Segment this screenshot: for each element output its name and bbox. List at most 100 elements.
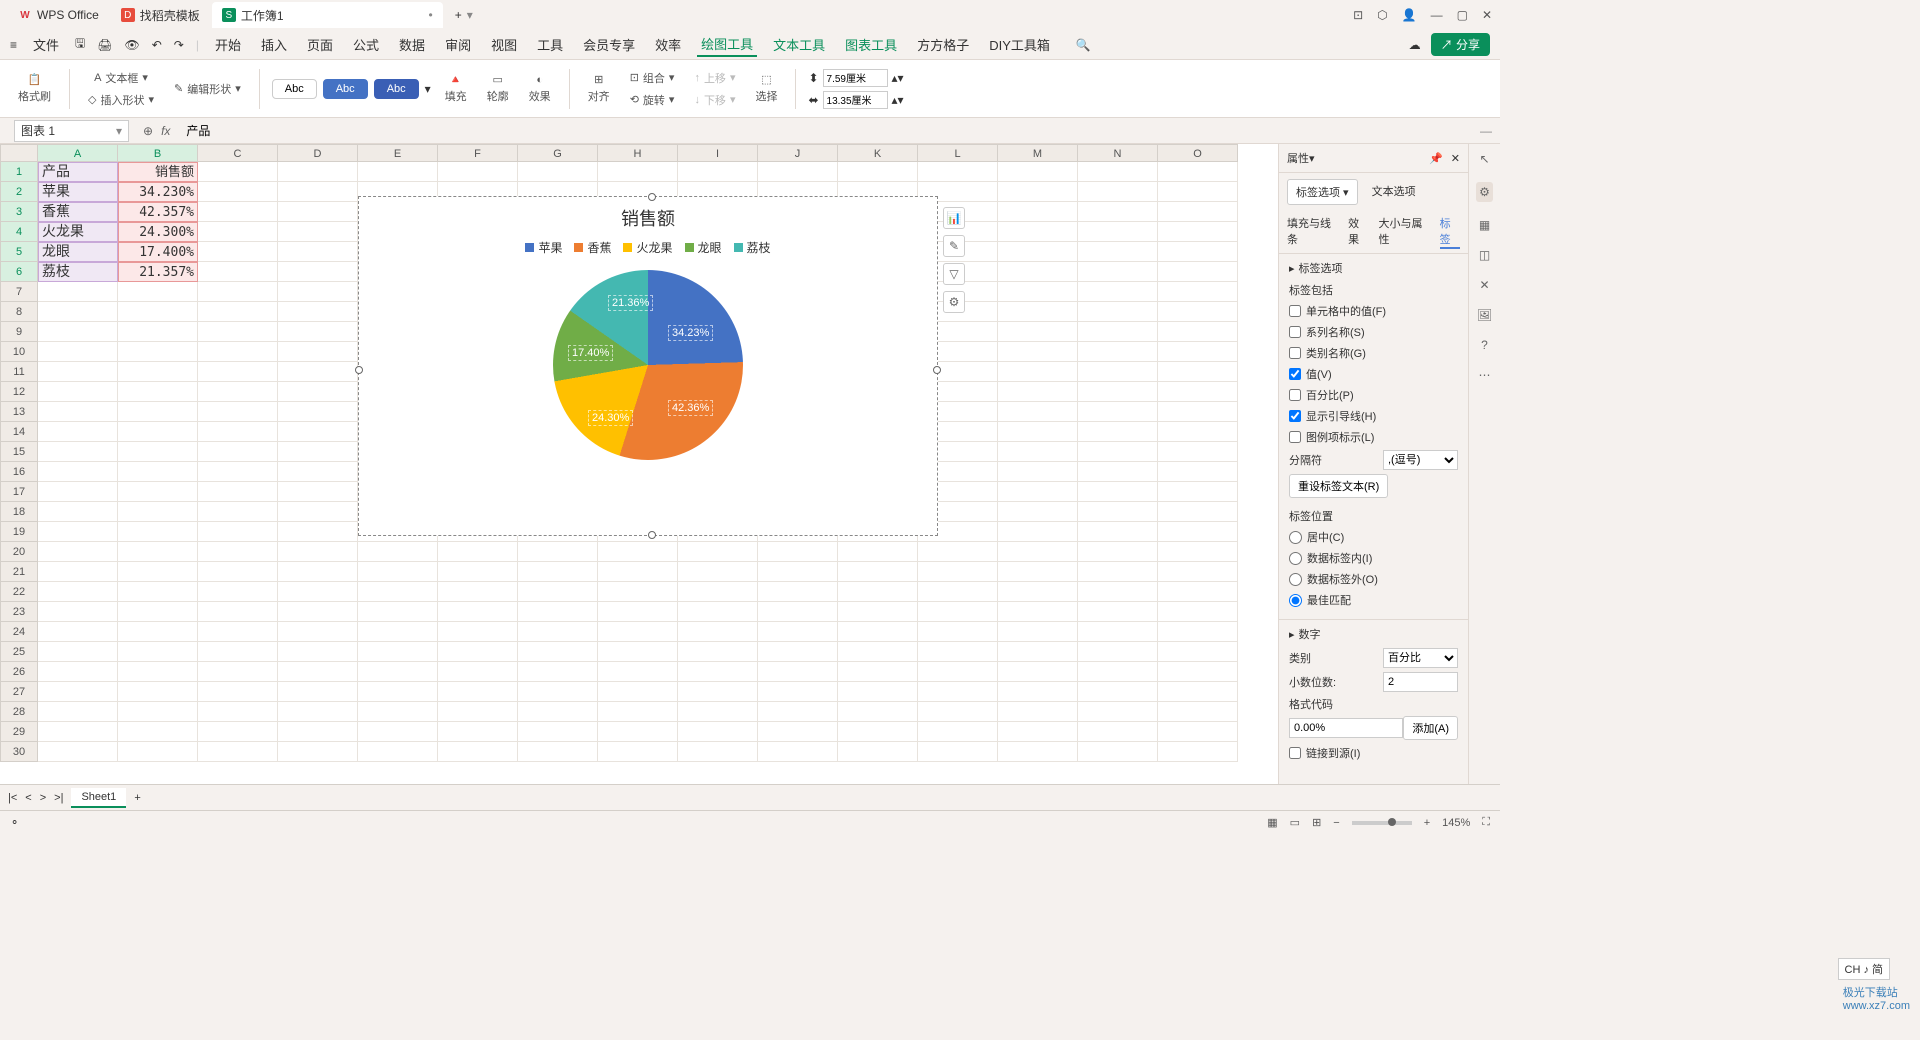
pin-icon[interactable]: 📌 [1429, 152, 1443, 165]
cell[interactable] [198, 242, 278, 262]
cell[interactable] [598, 682, 678, 702]
cell[interactable] [758, 582, 838, 602]
cell[interactable] [598, 622, 678, 642]
cell[interactable] [1158, 242, 1238, 262]
cell[interactable] [278, 202, 358, 222]
cell[interactable] [278, 182, 358, 202]
ribbon-outline[interactable]: ▭轮廓 [481, 73, 515, 104]
cell[interactable] [678, 742, 758, 762]
cell[interactable] [918, 642, 998, 662]
cell[interactable] [118, 682, 198, 702]
cell[interactable] [518, 562, 598, 582]
cell[interactable] [1078, 322, 1158, 342]
cell[interactable] [1078, 362, 1158, 382]
cell[interactable] [758, 682, 838, 702]
cell[interactable] [278, 542, 358, 562]
cell[interactable] [1158, 682, 1238, 702]
cell[interactable] [278, 222, 358, 242]
cell[interactable] [1158, 722, 1238, 742]
ribbon-move-up[interactable]: ↑上移▾ [688, 68, 741, 88]
cell[interactable] [278, 522, 358, 542]
cell[interactable] [998, 582, 1078, 602]
format-code-input[interactable] [1289, 718, 1403, 738]
cell[interactable] [1078, 702, 1158, 722]
tab-workbook[interactable]: S 工作簿1 • [212, 2, 443, 28]
cell[interactable] [678, 562, 758, 582]
cell[interactable] [198, 422, 278, 442]
chart-settings-icon[interactable]: ⚙ [943, 291, 965, 313]
cell[interactable] [518, 722, 598, 742]
cell[interactable] [118, 302, 198, 322]
menu-file[interactable]: 文件 [29, 33, 63, 56]
cell[interactable] [838, 642, 918, 662]
cell[interactable] [358, 162, 438, 182]
legend-item[interactable]: 荔枝 [734, 239, 771, 256]
cell[interactable] [1078, 202, 1158, 222]
cell[interactable] [1158, 642, 1238, 662]
cell[interactable] [518, 682, 598, 702]
cell[interactable] [38, 422, 118, 442]
cell[interactable] [998, 622, 1078, 642]
cell[interactable] [918, 602, 998, 622]
cell[interactable] [438, 562, 518, 582]
zoom-in-icon[interactable]: + [1424, 817, 1430, 829]
cell[interactable] [998, 222, 1078, 242]
cell[interactable] [758, 722, 838, 742]
ribbon-insert-shape[interactable]: ◇插入形状▾ [82, 90, 160, 110]
cell[interactable] [1078, 542, 1158, 562]
cell[interactable] [118, 462, 198, 482]
cell[interactable] [198, 602, 278, 622]
cell[interactable] [918, 662, 998, 682]
cell[interactable] [38, 362, 118, 382]
cell[interactable] [198, 202, 278, 222]
cell[interactable] [598, 162, 678, 182]
cell[interactable] [1078, 342, 1158, 362]
cell[interactable] [118, 642, 198, 662]
cell[interactable] [998, 182, 1078, 202]
cell[interactable] [758, 162, 838, 182]
cell[interactable] [198, 682, 278, 702]
cell[interactable] [358, 642, 438, 662]
cell[interactable] [998, 642, 1078, 662]
cell[interactable] [118, 582, 198, 602]
cell[interactable] [678, 162, 758, 182]
cell[interactable] [1158, 502, 1238, 522]
cell[interactable] [918, 722, 998, 742]
tab-wps-office[interactable]: W WPS Office [8, 2, 109, 28]
cell[interactable] [998, 162, 1078, 182]
menu-review[interactable]: 审阅 [441, 33, 475, 56]
shape-style-1[interactable]: Abc [272, 79, 317, 99]
reset-label-text-button[interactable]: 重设标签文本(R) [1289, 474, 1388, 498]
cell[interactable] [38, 742, 118, 762]
cell[interactable] [998, 242, 1078, 262]
share-button[interactable]: ↗ 分享 [1431, 33, 1490, 56]
cell[interactable] [598, 662, 678, 682]
tab-text-options[interactable]: 文本选项 [1364, 179, 1424, 205]
cell[interactable] [1078, 262, 1158, 282]
cell[interactable] [118, 722, 198, 742]
zoom-out-icon[interactable]: − [1333, 817, 1339, 829]
name-box[interactable]: 图表 1▾ [14, 120, 129, 142]
help-icon[interactable]: ? [1481, 338, 1488, 352]
cell[interactable] [438, 682, 518, 702]
menu-page[interactable]: 页面 [303, 33, 337, 56]
cell[interactable] [38, 282, 118, 302]
cell[interactable] [118, 362, 198, 382]
menu-start[interactable]: 开始 [211, 33, 245, 56]
cell[interactable] [1158, 162, 1238, 182]
cell[interactable] [1078, 382, 1158, 402]
pie-data-label[interactable]: 17.40% [568, 345, 613, 361]
ribbon-select[interactable]: ⬚选择 [749, 73, 783, 104]
cell[interactable] [198, 282, 278, 302]
status-indicator-icon[interactable]: ⚬ [10, 816, 19, 829]
cell[interactable] [278, 362, 358, 382]
cell[interactable] [358, 622, 438, 642]
menu-ffgz[interactable]: 方方格子 [913, 33, 973, 56]
cell[interactable] [998, 422, 1078, 442]
cell[interactable] [1158, 322, 1238, 342]
ribbon-effect[interactable]: ◐效果 [523, 74, 557, 104]
cell[interactable] [998, 542, 1078, 562]
cell[interactable] [358, 742, 438, 762]
tab-template[interactable]: D 找稻壳模板 [111, 2, 210, 28]
cell[interactable] [1158, 562, 1238, 582]
